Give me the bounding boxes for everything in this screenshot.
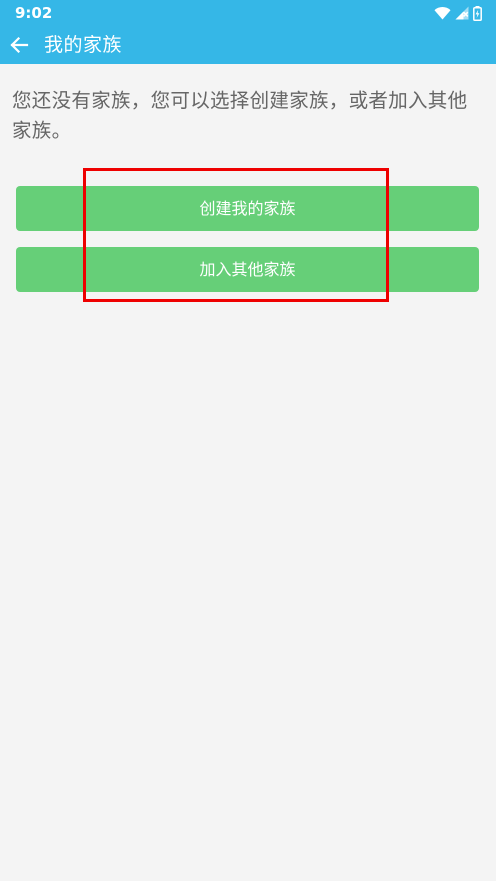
empty-family-message: 您还没有家族，您可以选择创建家族，或者加入其他家族。 (12, 89, 468, 142)
page-title: 我的家族 (44, 34, 123, 56)
create-family-button[interactable]: 创建我的家族 (16, 186, 479, 231)
status-time: 9:02 (15, 4, 53, 22)
status-icons (434, 5, 482, 21)
toolbar: 我的家族 (0, 26, 496, 64)
join-family-button[interactable]: 加入其他家族 (16, 247, 479, 292)
arrow-left-icon[interactable] (8, 34, 30, 56)
status-bar: 9:02 (0, 0, 496, 26)
battery-icon (473, 5, 482, 21)
signal-icon (455, 6, 469, 20)
wifi-icon (434, 6, 451, 20)
